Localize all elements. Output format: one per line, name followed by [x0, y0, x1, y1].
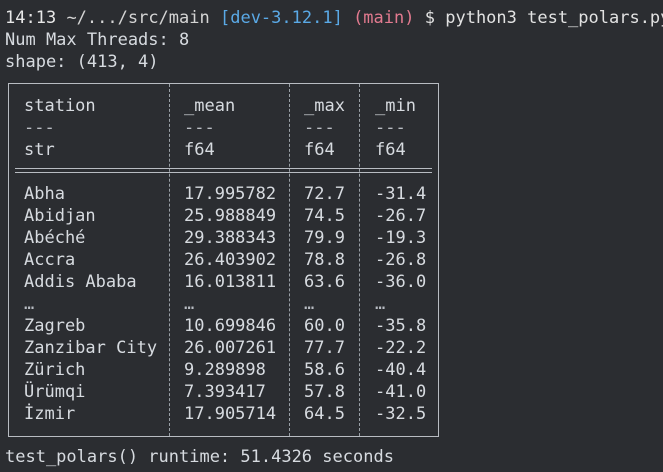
- table-cell-station: Zanzibar City: [24, 338, 158, 358]
- column-header-max: _max: [304, 96, 345, 116]
- column-divider: [359, 84, 360, 436]
- table-cell-mean: 26.007261: [184, 338, 277, 358]
- column-header-mean: _mean: [184, 96, 236, 116]
- table-cell-mean: 26.403902: [184, 250, 277, 270]
- command-text: python3 test_polars.py: [445, 8, 663, 28]
- table-cell-mean: 9.289898: [184, 360, 266, 380]
- table-cell-min: -35.8: [375, 316, 427, 336]
- column-header-min: _min: [375, 96, 416, 116]
- prompt-line: 14:13 ~/.../src/main [dev-3.12.1] (main)…: [5, 7, 663, 29]
- table-cell-max: 79.9: [304, 228, 345, 248]
- table-cell-max: 78.8: [304, 250, 345, 270]
- table-cell-min: -41.0: [375, 382, 427, 402]
- table-cell-min: -36.0: [375, 272, 427, 292]
- dataframe-table: station _mean _max _min --- --- --- --- …: [8, 83, 439, 437]
- table-cell-mean: 17.905714: [184, 404, 277, 424]
- table-cell-mean: 7.393417: [184, 382, 266, 402]
- prompt-path: ~/.../src/main: [66, 8, 210, 28]
- table-cell-station: Abéché: [24, 228, 86, 248]
- prompt-symbol: $: [424, 8, 435, 28]
- terminal-window: { "prompt": { "time": "14:13", "path": "…: [0, 0, 663, 472]
- table-cell-max: 60.0: [304, 316, 345, 336]
- header-divider: [15, 172, 432, 173]
- table-cell-station: …: [24, 294, 35, 314]
- table-cell-max: …: [304, 294, 315, 314]
- column-divider: [289, 84, 290, 436]
- table-cell-min: -31.4: [375, 184, 427, 204]
- table-cell-max: 74.5: [304, 206, 345, 226]
- table-cell-station: Addis Ababa: [24, 272, 137, 292]
- table-cell-mean: 16.013811: [184, 272, 277, 292]
- column-header-rule: ---: [304, 118, 335, 138]
- table-cell-station: Abidjan: [24, 206, 96, 226]
- column-dtype: f64: [304, 140, 335, 160]
- prompt-time: 14:13: [5, 8, 57, 28]
- table-cell-min: -26.7: [375, 206, 427, 226]
- prompt-venv: [dev-3.12.1]: [219, 8, 343, 28]
- column-header-station: station: [24, 96, 96, 116]
- column-dtype: f64: [375, 140, 406, 160]
- threads-output: Num Max Threads: 8: [5, 30, 190, 50]
- column-header-rule: ---: [184, 118, 215, 138]
- table-cell-station: Zagreb: [24, 316, 86, 336]
- shape-output: shape: (413, 4): [5, 52, 159, 72]
- table-cell-station: Accra: [24, 250, 76, 270]
- table-cell-min: -40.4: [375, 360, 427, 380]
- column-header-rule: ---: [375, 118, 406, 138]
- table-cell-mean: 10.699846: [184, 316, 277, 336]
- table-cell-mean: 25.988849: [184, 206, 277, 226]
- table-cell-min: -26.8: [375, 250, 427, 270]
- column-dtype: str: [24, 140, 55, 160]
- table-cell-max: 72.7: [304, 184, 345, 204]
- table-cell-mean: 29.388343: [184, 228, 277, 248]
- table-cell-station: İzmir: [24, 404, 76, 424]
- table-cell-max: 77.7: [304, 338, 345, 358]
- table-cell-station: Zürich: [24, 360, 86, 380]
- table-cell-mean: …: [184, 294, 195, 314]
- prompt-branch: (main): [353, 8, 415, 28]
- header-divider: [15, 168, 432, 169]
- column-divider: [169, 84, 170, 436]
- column-dtype: f64: [184, 140, 215, 160]
- table-cell-min: …: [375, 294, 386, 314]
- table-cell-min: -22.2: [375, 338, 427, 358]
- runtime-output: test_polars() runtime: 51.4326 seconds: [5, 447, 394, 467]
- table-cell-station: Ürümqi: [24, 382, 86, 402]
- table-cell-min: -32.5: [375, 404, 427, 424]
- table-cell-station: Abha: [24, 184, 65, 204]
- table-cell-mean: 17.995782: [184, 184, 277, 204]
- column-header-rule: ---: [24, 118, 55, 138]
- table-cell-max: 58.6: [304, 360, 345, 380]
- table-cell-max: 57.8: [304, 382, 345, 402]
- table-cell-max: 64.5: [304, 404, 345, 424]
- table-cell-max: 63.6: [304, 272, 345, 292]
- table-cell-min: -19.3: [375, 228, 427, 248]
